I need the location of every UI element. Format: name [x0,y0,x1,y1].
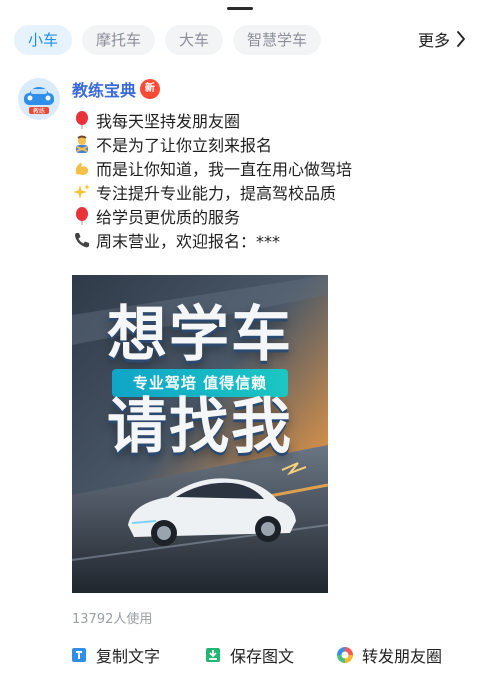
post-line-text: 周末营业，欢迎报名：*** [96,232,281,251]
copy-text-icon [72,648,86,662]
poster-headline-top: 想学车 [107,300,293,370]
share-moments-label: 转发朋友圈 [362,647,443,666]
author-row: 教练宝典 新 [72,77,161,101]
tab-smart-learning[interactable]: 智慧学车 [233,25,322,55]
usage-count: 13792人使用 [72,612,153,627]
chevron-right-icon [457,31,465,47]
flexed-biceps-icon [72,158,92,178]
post-text: 我每天坚持发朋友圈 不是为了让你立刻来报名 而是让你知道，我一直在用心做驾培 专… [72,108,466,252]
post-line: 专注提升专业能力，提高驾校品质 [72,180,466,204]
save-image-button[interactable]: 保存图文 [204,643,294,667]
avatar-caption: 教练 [33,107,45,115]
new-badge: 新 [140,79,161,99]
post-line: 我每天坚持发朋友圈 [72,108,466,132]
more-button[interactable]: 更多 [418,24,466,54]
balloon-icon [72,110,92,130]
tab-motorcycle[interactable]: 摩托车 [82,25,156,55]
sparkles-icon [72,182,92,202]
copy-text-label: 复制文字 [96,647,161,666]
post-line-text: 不是为了让你立刻来报名 [96,136,273,155]
post-line-text: 给学员更优质的服务 [96,208,241,227]
phone-icon [72,230,92,250]
post-line: 给学员更优质的服务 [72,204,466,228]
poster-headline-bottom: 请找我 [107,392,293,462]
copy-text-button[interactable]: 复制文字 [70,643,160,667]
post-line-text: 而是让你知道，我一直在用心做驾培 [96,160,353,179]
post-line-text: 专注提升专业能力，提高驾校品质 [96,184,337,203]
avatar[interactable]: 教练 [18,78,60,120]
action-bar: 复制文字 保存图文 转发朋友圈 [70,643,450,667]
tab-small-car[interactable]: 小车 [14,25,73,55]
more-label: 更多 [417,31,450,50]
person-gesture-icon [72,134,92,154]
post-line-text: 我每天坚持发朋友圈 [96,112,241,131]
save-image-label: 保存图文 [230,647,295,666]
tab-large-vehicle[interactable]: 大车 [165,25,224,55]
balloon-icon [72,206,92,226]
category-tabs: 小车 摩托车 大车 智慧学车 更多 [14,24,466,56]
save-image-icon [206,648,220,662]
drag-handle[interactable] [227,7,253,10]
post-line: 不是为了让你立刻来报名 [72,132,466,156]
post-line: 周末营业，欢迎报名：*** [72,228,466,252]
poster-image[interactable]: 想学车 专业驾培 值得信赖 请找我 [72,275,328,593]
moments-icon [337,647,353,663]
post-line: 而是让你知道，我一直在用心做驾培 [72,156,466,180]
share-moments-button[interactable]: 转发朋友圈 [336,643,442,667]
author-name[interactable]: 教练宝典 [72,77,136,101]
